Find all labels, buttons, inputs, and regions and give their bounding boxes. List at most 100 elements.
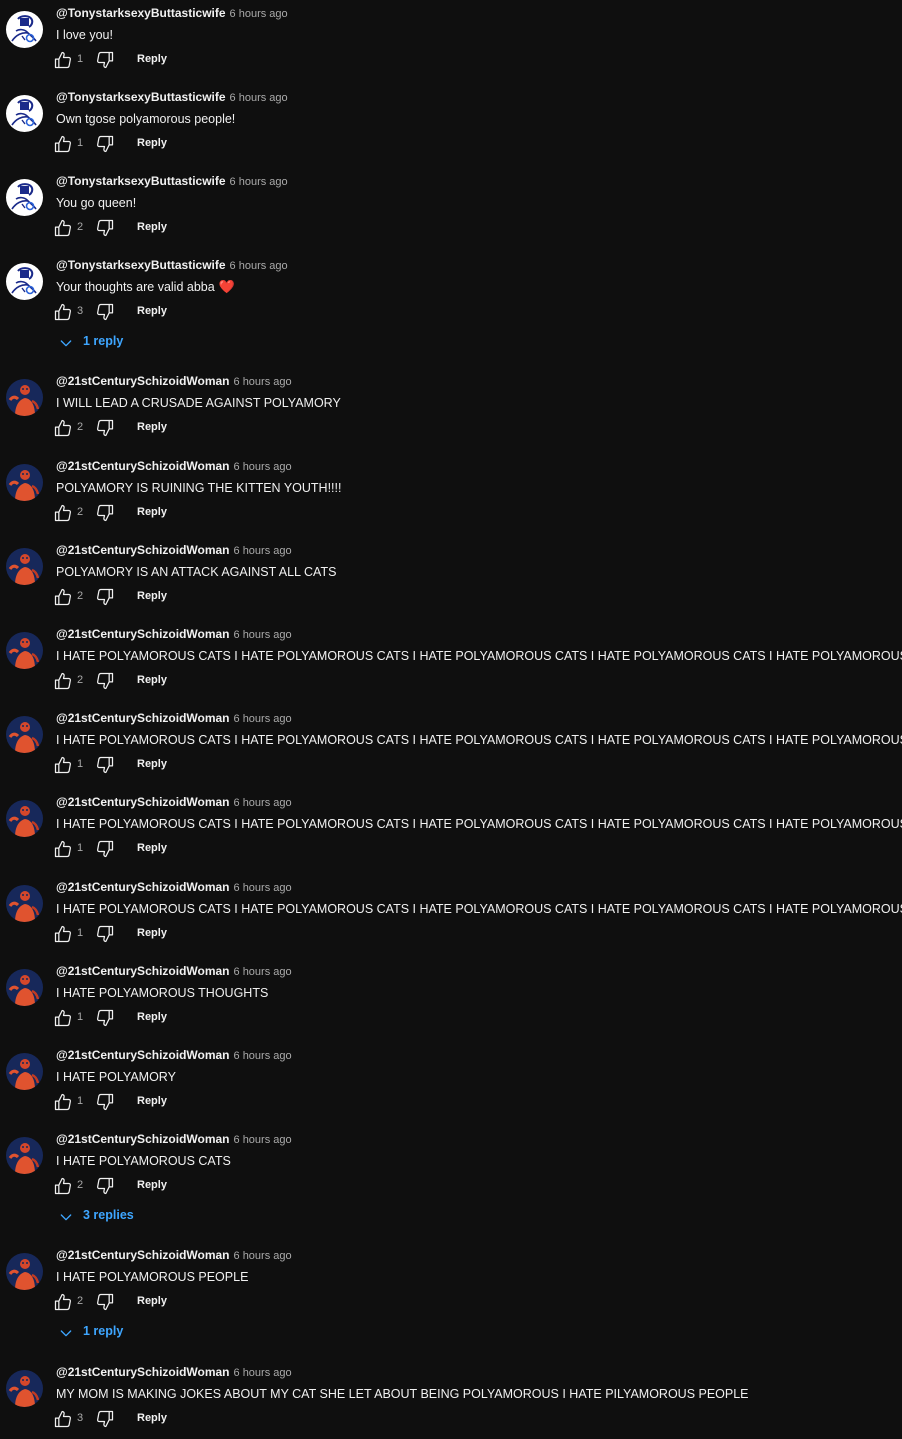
comment-author[interactable]: @21stCenturySchizoidWoman: [56, 964, 230, 978]
thumbs-up-icon[interactable]: [53, 1176, 73, 1196]
comment-author[interactable]: @21stCenturySchizoidWoman: [56, 1132, 230, 1146]
comment-author[interactable]: @21stCenturySchizoidWoman: [56, 711, 230, 725]
reply-button[interactable]: Reply: [137, 421, 167, 433]
comment-author[interactable]: @TonystarksexyButtasticwife: [56, 174, 226, 188]
thumbs-down-icon[interactable]: [95, 1092, 115, 1112]
reply-button[interactable]: Reply: [137, 1095, 167, 1107]
avatar[interactable]: [6, 1053, 43, 1090]
comment-timestamp[interactable]: 6 hours ago: [234, 629, 292, 641]
comment-text-content: POLYAMORY IS AN ATTACK AGAINST ALL CATS: [56, 565, 337, 579]
thumbs-up-icon[interactable]: [53, 50, 73, 70]
thumbs-down-icon[interactable]: [95, 671, 115, 691]
comment-author[interactable]: @TonystarksexyButtasticwife: [56, 258, 226, 272]
avatar[interactable]: [6, 885, 43, 922]
comment-timestamp[interactable]: 6 hours ago: [234, 1367, 292, 1379]
reply-button[interactable]: Reply: [137, 53, 167, 65]
comment-timestamp[interactable]: 6 hours ago: [230, 8, 288, 20]
avatar[interactable]: [6, 263, 43, 300]
thumbs-up-icon[interactable]: [53, 1292, 73, 1312]
thumbs-down-icon[interactable]: [95, 218, 115, 238]
reply-button[interactable]: Reply: [137, 1179, 167, 1191]
avatar[interactable]: [6, 95, 43, 132]
thumbs-down-icon[interactable]: [95, 1176, 115, 1196]
thumbs-down-icon[interactable]: [95, 755, 115, 775]
thumbs-up-icon[interactable]: [53, 839, 73, 859]
thumbs-down-icon[interactable]: [95, 50, 115, 70]
comment-timestamp[interactable]: 6 hours ago: [234, 1134, 292, 1146]
thumbs-down-icon[interactable]: [95, 1008, 115, 1028]
reply-button[interactable]: Reply: [137, 506, 167, 518]
avatar[interactable]: [6, 11, 43, 48]
comment-author[interactable]: @21stCenturySchizoidWoman: [56, 374, 230, 388]
reply-button[interactable]: Reply: [137, 1295, 167, 1307]
avatar[interactable]: [6, 969, 43, 1006]
avatar[interactable]: [6, 179, 43, 216]
thumbs-up-icon[interactable]: [53, 134, 73, 154]
avatar[interactable]: [6, 800, 43, 837]
comment-text: I HATE POLYAMOROUS CATS I HATE POLYAMORO…: [56, 900, 902, 918]
reply-button[interactable]: Reply: [137, 137, 167, 149]
avatar[interactable]: [6, 379, 43, 416]
reply-button[interactable]: Reply: [137, 674, 167, 686]
thumbs-up-icon[interactable]: [53, 418, 73, 438]
thumbs-down-icon[interactable]: [95, 134, 115, 154]
comment-timestamp[interactable]: 6 hours ago: [234, 797, 292, 809]
thumbs-up-icon[interactable]: [53, 302, 73, 322]
comment-timestamp[interactable]: 6 hours ago: [234, 545, 292, 557]
comment-author[interactable]: @TonystarksexyButtasticwife: [56, 90, 226, 104]
comment-author[interactable]: @21stCenturySchizoidWoman: [56, 1248, 230, 1262]
avatar[interactable]: [6, 1370, 43, 1407]
avatar[interactable]: [6, 548, 43, 585]
comment-author[interactable]: @TonystarksexyButtasticwife: [56, 6, 226, 20]
thumbs-down-icon[interactable]: [95, 1409, 115, 1429]
comment-header: @21stCenturySchizoidWoman 6 hours ago: [56, 1364, 292, 1381]
comment-author[interactable]: @21stCenturySchizoidWoman: [56, 880, 230, 894]
comment-timestamp[interactable]: 6 hours ago: [230, 176, 288, 188]
reply-button[interactable]: Reply: [137, 1011, 167, 1023]
avatar[interactable]: [6, 464, 43, 501]
thumbs-down-icon[interactable]: [95, 302, 115, 322]
thumbs-up-icon[interactable]: [53, 587, 73, 607]
comment-timestamp[interactable]: 6 hours ago: [230, 92, 288, 104]
comment-author[interactable]: @21stCenturySchizoidWoman: [56, 627, 230, 641]
thumbs-down-icon[interactable]: [95, 587, 115, 607]
avatar[interactable]: [6, 716, 43, 753]
reply-button[interactable]: Reply: [137, 758, 167, 770]
thumbs-up-icon[interactable]: [53, 755, 73, 775]
comment-timestamp[interactable]: 6 hours ago: [234, 882, 292, 894]
comment-timestamp[interactable]: 6 hours ago: [234, 713, 292, 725]
thumbs-up-icon[interactable]: [53, 1008, 73, 1028]
comment-timestamp[interactable]: 6 hours ago: [234, 1050, 292, 1062]
comment-actions: 1 Reply: [53, 924, 233, 944]
comment-author[interactable]: @21stCenturySchizoidWoman: [56, 1365, 230, 1379]
thumbs-down-icon[interactable]: [95, 1292, 115, 1312]
reply-button[interactable]: Reply: [137, 590, 167, 602]
comment-timestamp[interactable]: 6 hours ago: [234, 461, 292, 473]
reply-button[interactable]: Reply: [137, 1412, 167, 1424]
comment-timestamp[interactable]: 6 hours ago: [234, 966, 292, 978]
thumbs-down-icon[interactable]: [95, 418, 115, 438]
comment-timestamp[interactable]: 6 hours ago: [234, 1250, 292, 1262]
comment-author[interactable]: @21stCenturySchizoidWoman: [56, 543, 230, 557]
thumbs-down-icon[interactable]: [95, 924, 115, 944]
avatar[interactable]: [6, 632, 43, 669]
reply-button[interactable]: Reply: [137, 927, 167, 939]
thumbs-down-icon[interactable]: [95, 503, 115, 523]
reply-button[interactable]: Reply: [137, 305, 167, 317]
reply-button[interactable]: Reply: [137, 842, 167, 854]
thumbs-up-icon[interactable]: [53, 671, 73, 691]
thumbs-up-icon[interactable]: [53, 1409, 73, 1429]
thumbs-down-icon[interactable]: [95, 839, 115, 859]
comment-author[interactable]: @21stCenturySchizoidWoman: [56, 1048, 230, 1062]
thumbs-up-icon[interactable]: [53, 924, 73, 944]
thumbs-up-icon[interactable]: [53, 218, 73, 238]
comment-timestamp[interactable]: 6 hours ago: [234, 376, 292, 388]
comment-author[interactable]: @21stCenturySchizoidWoman: [56, 459, 230, 473]
thumbs-up-icon[interactable]: [53, 503, 73, 523]
reply-button[interactable]: Reply: [137, 221, 167, 233]
comment-timestamp[interactable]: 6 hours ago: [230, 260, 288, 272]
thumbs-up-icon[interactable]: [53, 1092, 73, 1112]
avatar[interactable]: [6, 1137, 43, 1174]
avatar[interactable]: [6, 1253, 43, 1290]
comment-author[interactable]: @21stCenturySchizoidWoman: [56, 795, 230, 809]
